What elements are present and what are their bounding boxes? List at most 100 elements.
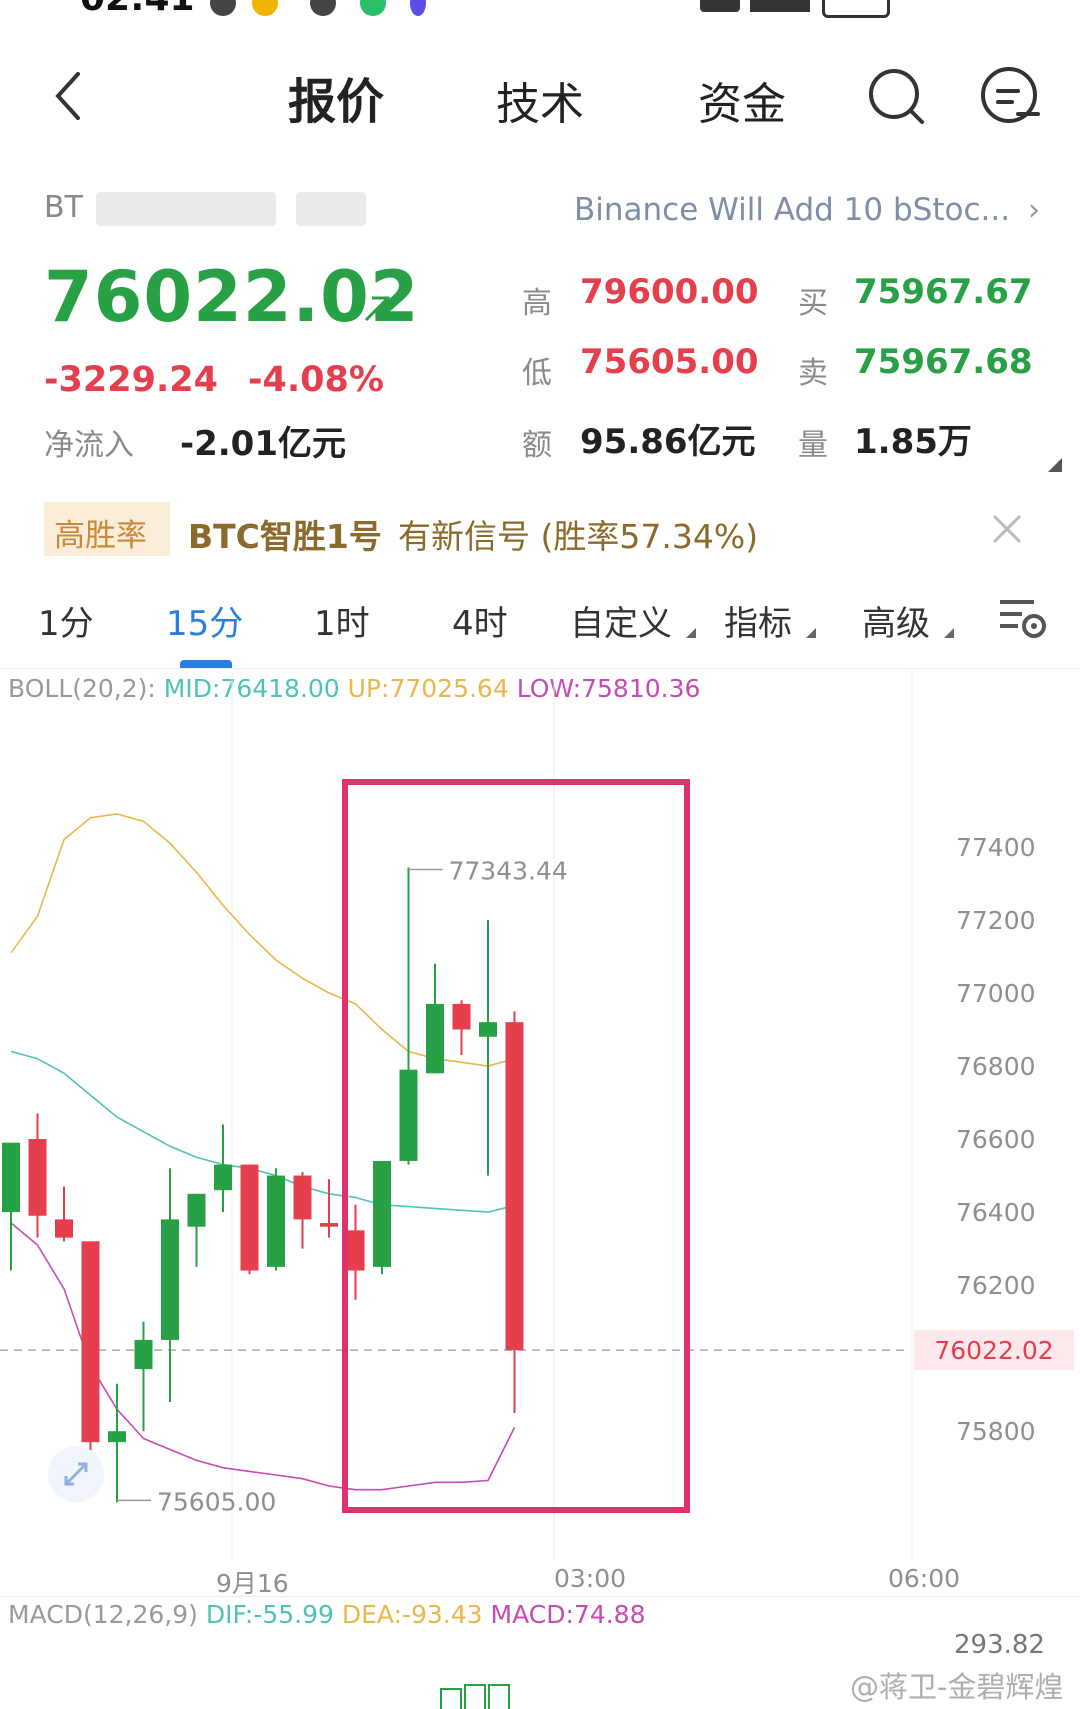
divider	[0, 1596, 1080, 1597]
price-change-pct: -4.08%	[248, 360, 384, 400]
tab-funds[interactable]: 资金	[698, 68, 786, 132]
active-period-indicator	[180, 660, 232, 668]
message-menu-icon	[981, 67, 1040, 123]
signal-title[interactable]: BTC智胜1号	[188, 510, 382, 558]
macd-bar	[440, 1688, 462, 1709]
candle-body	[108, 1431, 126, 1443]
min-price-label: 75605.00	[157, 1487, 276, 1516]
y-tick-label: 77200	[956, 906, 1036, 935]
instrument-symbol: BT	[44, 190, 366, 226]
signal-icon	[700, 0, 740, 12]
candle-body	[452, 1003, 471, 1030]
volume-label: 量	[798, 428, 828, 463]
candle-body	[134, 1339, 153, 1370]
wifi-icon	[750, 0, 810, 12]
search-button[interactable]	[866, 66, 926, 130]
candle-body	[479, 1022, 497, 1037]
macd-top-value: 293.82	[954, 1630, 1045, 1660]
signal-text[interactable]: 有新信号 (胜率57.34%)	[398, 510, 758, 558]
candle-body	[267, 1175, 285, 1267]
fullscreen-button[interactable]	[48, 1446, 104, 1502]
notification-icon	[310, 0, 336, 16]
app-icon	[410, 0, 426, 16]
period-15m[interactable]: 15分	[166, 596, 243, 645]
candle-body	[293, 1175, 312, 1220]
boll-mid-line	[10, 1050, 515, 1213]
app-icon	[360, 0, 386, 16]
chevron-left-icon	[55, 72, 80, 120]
y-tick-label: 76400	[956, 1198, 1036, 1227]
net-inflow-value: -2.01亿元	[180, 424, 346, 464]
amount-value: 95.86亿元	[580, 422, 756, 462]
amount-label: 额	[522, 428, 552, 463]
candle-body	[214, 1164, 232, 1191]
candle-body	[426, 1003, 444, 1074]
candle-body	[55, 1219, 73, 1238]
watermark: @蒋卫-金碧辉煌	[850, 1670, 1064, 1704]
expand-corner-icon[interactable]	[1048, 458, 1062, 472]
status-time: 02:41	[80, 0, 195, 19]
y-tick-label: 77400	[956, 833, 1036, 862]
candle-body	[320, 1223, 338, 1227]
x-tick-label: 03:00	[554, 1564, 627, 1593]
tab-technical[interactable]: 技术	[496, 68, 584, 132]
status-bar: 02:41	[0, 0, 1080, 22]
period-advanced[interactable]: 高级	[862, 596, 930, 645]
y-tick-label: 77000	[956, 979, 1036, 1008]
candlestick-chart[interactable]: 77400 77200 77000 76800 76600 76400 76200 75800…	[0, 670, 1080, 1600]
battery-icon	[822, 0, 890, 18]
close-signal-button[interactable]	[990, 512, 1024, 550]
macd-bar	[464, 1684, 486, 1709]
dropdown-corner-icon	[944, 628, 954, 638]
candle-body	[346, 1230, 365, 1271]
volume-value: 1.85万	[854, 422, 972, 462]
menu-button[interactable]	[978, 64, 1042, 132]
x-tick-label: 9月16	[216, 1569, 289, 1598]
tab-quote[interactable]: 报价	[288, 62, 384, 132]
signal-badge-text: 高胜率	[54, 518, 147, 554]
back-button[interactable]	[48, 64, 88, 124]
max-price-label: 77343.44	[449, 857, 568, 886]
low-label: 低	[522, 356, 552, 391]
arrow-up-right-icon	[364, 296, 390, 322]
macd-prefix: MACD(12,26,9)	[8, 1600, 198, 1629]
candle-body	[373, 1160, 391, 1267]
candle-body	[2, 1142, 20, 1213]
candle-body	[240, 1164, 259, 1271]
macd-bars	[440, 1684, 516, 1709]
price-change: -3229.24	[44, 360, 218, 400]
signal-badge: 高胜率	[44, 502, 170, 556]
search-icon	[869, 69, 924, 124]
chart-settings-button[interactable]	[998, 596, 1048, 644]
dropdown-corner-icon	[686, 628, 696, 638]
sell-label: 卖	[798, 356, 828, 391]
high-label: 高	[522, 286, 552, 321]
y-tick-label: 75800	[956, 1417, 1036, 1446]
buy-label: 买	[798, 286, 828, 321]
period-1h[interactable]: 1时	[314, 596, 370, 645]
candle-body	[28, 1139, 47, 1216]
symbol-text: BT	[44, 190, 83, 225]
current-price-label: 76022.02	[934, 1336, 1053, 1365]
high-value: 79600.00	[580, 272, 759, 312]
macd-dif: DIF:-55.99	[205, 1600, 334, 1629]
notification-icon	[210, 0, 236, 16]
divider	[0, 668, 1080, 669]
candle-body	[399, 1069, 418, 1161]
macd-legend: MACD(12,26,9) DIF:-55.99 DEA:-93.43 MACD…	[8, 1600, 645, 1629]
expand-arrows-icon	[64, 1462, 88, 1486]
period-indicators[interactable]: 指标	[724, 596, 792, 645]
weibo-icon	[252, 0, 278, 16]
candle-body	[187, 1193, 206, 1227]
period-1m[interactable]: 1分	[38, 596, 94, 645]
macd-dea: DEA:-93.43	[341, 1600, 483, 1629]
chevron-right-icon: ›	[1027, 192, 1041, 228]
sell-value: 75967.68	[854, 342, 1033, 382]
news-link[interactable]: Binance Will Add 10 bStoc... ›	[574, 192, 1040, 228]
candle-body	[161, 1219, 179, 1340]
macd-bar	[488, 1684, 510, 1709]
y-tick-label: 76800	[956, 1052, 1036, 1081]
period-custom[interactable]: 自定义	[570, 596, 672, 645]
period-4h[interactable]: 4时	[452, 596, 508, 645]
candle-body	[81, 1241, 100, 1443]
